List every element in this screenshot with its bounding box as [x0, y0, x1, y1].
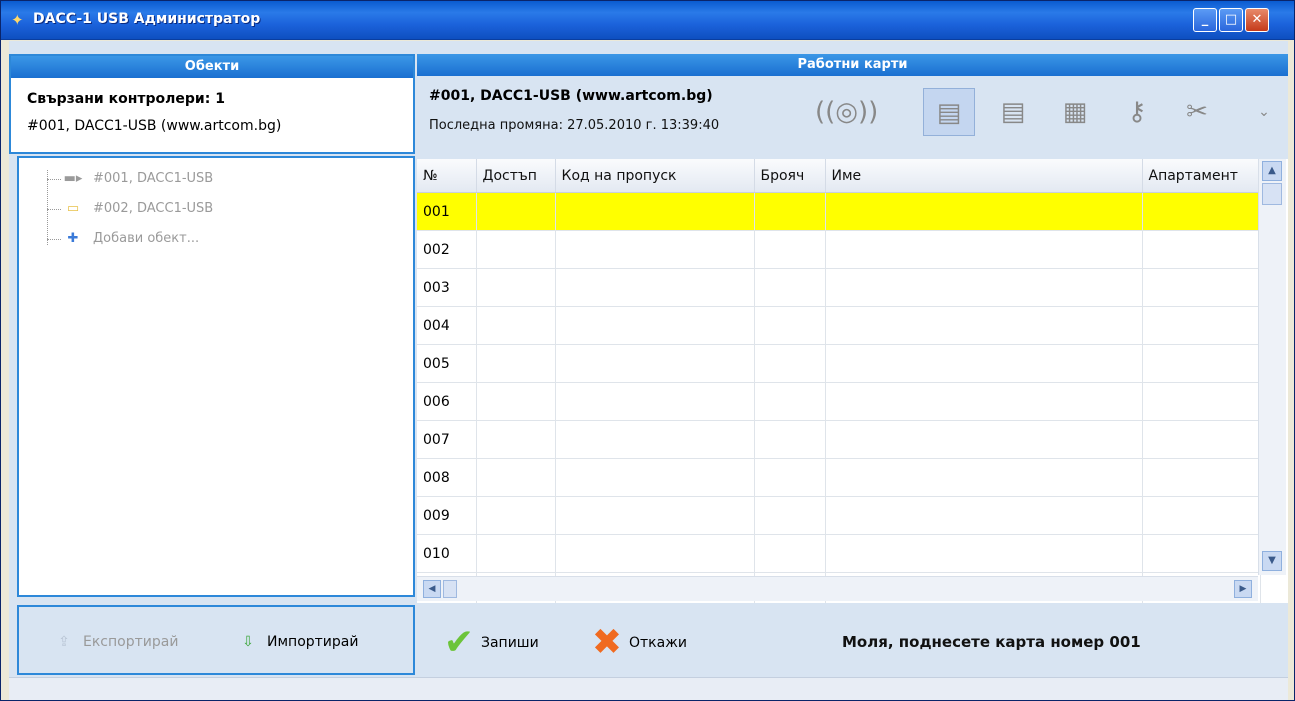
tree-item-001[interactable]: ▬▸ #001, DACC1-USB [47, 168, 214, 190]
horizontal-scroll-thumb[interactable] [443, 580, 457, 598]
work-cards-header: Работни карти [417, 54, 1288, 76]
tree-item-label: Добави обект... [93, 231, 200, 246]
objects-header: Обекти [11, 56, 413, 78]
import-icon: ⇩ [242, 634, 254, 650]
last-change-text: Последна промяна: 27.05.2010 г. 13:39:40 [429, 118, 720, 133]
scroll-left-button[interactable]: ◀ [423, 580, 441, 598]
row-number: 001 [417, 192, 477, 231]
close-button[interactable]: ✕ [1245, 8, 1269, 32]
row-number: 002 [417, 230, 477, 269]
cards-table: № Достъп Код на пропуск Брояч Име Апарта… [417, 159, 1261, 603]
save-button[interactable]: ✔ Запиши [437, 623, 539, 663]
scroll-up-button[interactable]: ▲ [1262, 161, 1282, 181]
table-header-row: № Достъп Код на пропуск Брояч Име Апарта… [417, 159, 1261, 193]
objects-panel: Обекти Свързани контролери: 1 #001, DACC… [9, 54, 415, 154]
device-info: #001, DACC1-USB (www.artcom.bg) Последна… [417, 76, 1288, 154]
col-access[interactable]: Достъп [476, 159, 556, 193]
row-number: 006 [417, 382, 477, 421]
save-label: Запиши [481, 635, 539, 651]
rfid-reader-icon[interactable]: ((◎)) [815, 88, 878, 136]
minimize-button[interactable]: _ [1193, 8, 1217, 32]
cards-grid[interactable]: № Достъп Код на пропуск Брояч Име Апарта… [417, 159, 1288, 603]
app-window: ✦ DACC-1 USB Администратор _ □ ✕ Обекти … [0, 0, 1295, 701]
tree-connector [47, 170, 49, 245]
cancel-button[interactable]: ✖ Откажи [585, 623, 687, 663]
table-row[interactable]: 006 [417, 382, 1261, 421]
work-cards-header-bar: Работни карти [417, 54, 1288, 76]
status-message: Моля, поднесете карта номер 001 [842, 633, 1141, 651]
card-edit-icon[interactable]: ▤ [987, 88, 1039, 136]
row-number: 010 [417, 534, 477, 573]
tree-item-label: #002, DACC1-USB [93, 201, 214, 216]
actions-bar: ✔ Запиши ✖ Откажи Моля, поднесете карта но… [417, 605, 1288, 675]
vertical-scroll-thumb[interactable] [1262, 183, 1282, 205]
export-icon: ⇪ [58, 634, 70, 650]
app-icon: ✦ [11, 11, 24, 29]
table-row[interactable]: 008 [417, 458, 1261, 497]
add-plus-icon: ✚ [67, 231, 79, 246]
col-apartment[interactable]: Апартамент [1142, 159, 1261, 193]
table-row[interactable]: 007 [417, 420, 1261, 459]
vertical-scrollbar[interactable]: ▲ ▼ [1258, 159, 1286, 575]
row-number: 007 [417, 420, 477, 459]
table-row[interactable]: 003 [417, 268, 1261, 307]
row-number: 005 [417, 344, 477, 383]
device-title: #001, DACC1-USB (www.artcom.bg) [429, 88, 713, 104]
import-label: Импортирай [267, 634, 359, 650]
usb-plug-icon: ▬▸ [63, 171, 83, 186]
object-tree: ▬▸ #001, DACC1-USB ▭ #002, DACC1-USB ✚ Доба… [17, 156, 415, 597]
checkmark-icon: ✔ [443, 622, 475, 663]
cancel-label: Откажи [629, 635, 687, 651]
card-list-icon[interactable]: ▤ [923, 88, 975, 136]
col-counter[interactable]: Брояч [754, 159, 826, 193]
col-number[interactable]: № [417, 159, 477, 193]
status-bar [9, 677, 1288, 700]
table-row[interactable]: 010 [417, 534, 1261, 573]
scroll-down-button[interactable]: ▼ [1262, 551, 1282, 571]
window-title: DACC-1 USB Администратор [33, 11, 261, 27]
export-label: Експортирай [83, 634, 179, 650]
col-pass-code[interactable]: Код на пропуск [555, 159, 755, 193]
col-name[interactable]: Име [825, 159, 1143, 193]
card-settings-icon[interactable]: ▦ [1049, 88, 1101, 136]
export-import-panel: ⇪ Експортирай ⇩ Импортирай [17, 605, 415, 675]
row-number: 008 [417, 458, 477, 497]
keys-icon[interactable]: ⚷ [1111, 88, 1163, 136]
row-number: 004 [417, 306, 477, 345]
horizontal-scrollbar[interactable]: ◀ ▶ [417, 576, 1258, 601]
connected-controllers-label: Свързани контролери: 1 [27, 91, 225, 107]
scroll-right-button[interactable]: ▶ [1234, 580, 1252, 598]
chevron-down-icon[interactable]: ⌄ [1253, 88, 1275, 136]
maximize-button[interactable]: □ [1219, 8, 1243, 32]
connected-controller-item[interactable]: #001, DACC1-USB (www.artcom.bg) [27, 118, 281, 134]
tools-icon[interactable]: ✂ [1171, 88, 1223, 136]
tree-item-label: #001, DACC1-USB [93, 171, 214, 186]
import-button[interactable]: ⇩ Импортирай [237, 631, 358, 653]
table-row[interactable]: 005 [417, 344, 1261, 383]
tree-item-add[interactable]: ✚ Добави обект... [47, 228, 200, 250]
table-row[interactable]: 001 [417, 192, 1261, 231]
table-row[interactable]: 002 [417, 230, 1261, 269]
row-number: 009 [417, 496, 477, 535]
folder-icon: ▭ [66, 201, 80, 216]
table-row[interactable]: 004 [417, 306, 1261, 345]
export-button[interactable]: ⇪ Експортирай [53, 631, 178, 653]
tree-item-002[interactable]: ▭ #002, DACC1-USB [47, 198, 214, 220]
cancel-x-icon: ✖ [591, 622, 623, 663]
row-number: 003 [417, 268, 477, 307]
table-row[interactable]: 009 [417, 496, 1261, 535]
title-bar[interactable]: ✦ DACC-1 USB Администратор _ □ ✕ [1, 1, 1294, 40]
